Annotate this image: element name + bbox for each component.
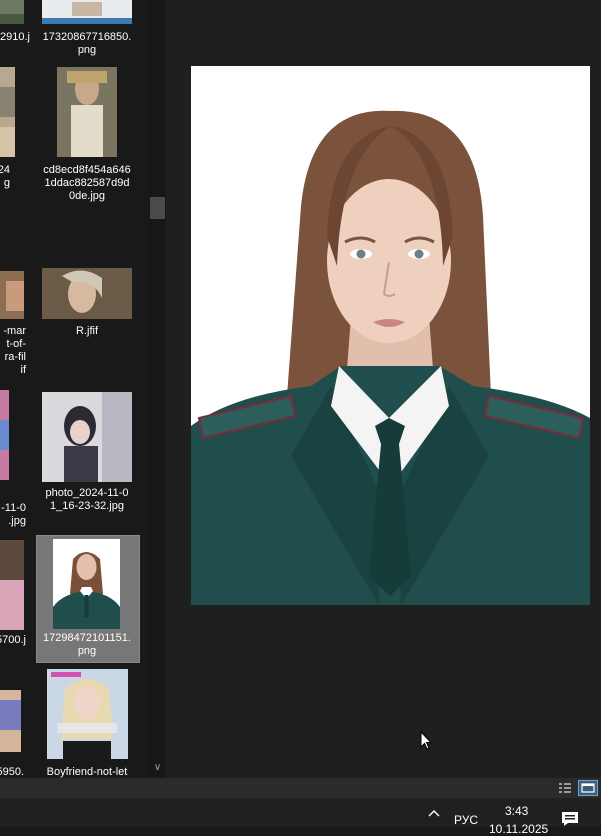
file-caption[interactable]: cd8ecd8f454a646 1ddac882587d9d 0de.jpg bbox=[32, 164, 142, 203]
file-thumbnail[interactable] bbox=[57, 67, 117, 157]
file-caption[interactable]: 5950. bbox=[0, 766, 24, 778]
scrollbar-thumb[interactable] bbox=[150, 197, 165, 219]
file-thumbnail[interactable] bbox=[42, 268, 132, 319]
thumbnail-view-icon[interactable] bbox=[578, 780, 598, 796]
file-caption[interactable]: 5700.j bbox=[0, 634, 26, 647]
file-list-scrollbar[interactable]: ∨ bbox=[149, 0, 166, 778]
file-caption[interactable]: Boyfriend-not-let bbox=[32, 766, 142, 778]
file-thumbnail[interactable] bbox=[0, 67, 15, 157]
chevron-up-icon[interactable] bbox=[426, 806, 442, 820]
thumbnail-image bbox=[0, 390, 9, 480]
notifications-icon[interactable] bbox=[560, 810, 582, 827]
file-caption[interactable]: 17320867716850. png bbox=[32, 31, 142, 57]
chevron-down-icon[interactable]: ∨ bbox=[150, 760, 165, 775]
thumbnail-image bbox=[0, 67, 15, 157]
thumbnail-image bbox=[53, 539, 120, 629]
file-caption[interactable]: R.jfif bbox=[32, 325, 142, 338]
file-caption[interactable]: 24 g bbox=[0, 164, 10, 190]
clock-date[interactable]: 10.11.2025 bbox=[489, 822, 548, 836]
portrait-image bbox=[191, 66, 590, 605]
file-thumbnail[interactable] bbox=[0, 390, 9, 480]
file-caption[interactable]: -11-0 .jpg bbox=[0, 502, 26, 528]
input-language-indicator[interactable]: РУС bbox=[454, 813, 478, 827]
file-caption[interactable]: photo_2024-11-0 1_16-23-32.jpg bbox=[32, 487, 142, 513]
thumbnail-image bbox=[47, 669, 128, 759]
file-caption[interactable]: 17298472101151. png bbox=[32, 632, 142, 658]
clock-time[interactable]: 3:43 bbox=[505, 804, 528, 818]
file-thumbnail[interactable] bbox=[42, 392, 132, 482]
file-caption[interactable]: -mar t-of- ra-fil if bbox=[0, 325, 26, 377]
file-caption[interactable]: 2910.j bbox=[0, 31, 30, 44]
mouse-pointer-icon bbox=[420, 730, 433, 755]
thumbnail-image bbox=[0, 0, 24, 24]
file-thumbnail[interactable] bbox=[0, 540, 24, 630]
taskbar: РУС 3:43 10.11.2025 bbox=[0, 798, 601, 836]
details-view-icon[interactable] bbox=[557, 780, 573, 796]
thumbnail-image bbox=[0, 271, 24, 319]
thumbnail-image bbox=[42, 0, 132, 24]
preview-photo bbox=[191, 66, 590, 605]
file-thumbnail[interactable] bbox=[0, 690, 21, 752]
thumbnail-image bbox=[57, 67, 117, 157]
file-thumbnail[interactable] bbox=[0, 271, 24, 319]
thumbnail-image bbox=[0, 540, 24, 630]
status-bar bbox=[0, 778, 601, 798]
file-thumbnail-selected[interactable] bbox=[53, 539, 120, 629]
file-thumbnail-list[interactable]: 2910.j 17320867716850. png 24 g cd8ecd8f… bbox=[0, 0, 149, 778]
file-thumbnail[interactable] bbox=[0, 0, 24, 24]
thumbnail-image bbox=[0, 690, 21, 752]
file-thumbnail[interactable] bbox=[42, 0, 132, 24]
thumbnail-image bbox=[42, 268, 132, 319]
thumbnail-image bbox=[42, 392, 132, 482]
file-thumbnail[interactable] bbox=[47, 669, 128, 759]
